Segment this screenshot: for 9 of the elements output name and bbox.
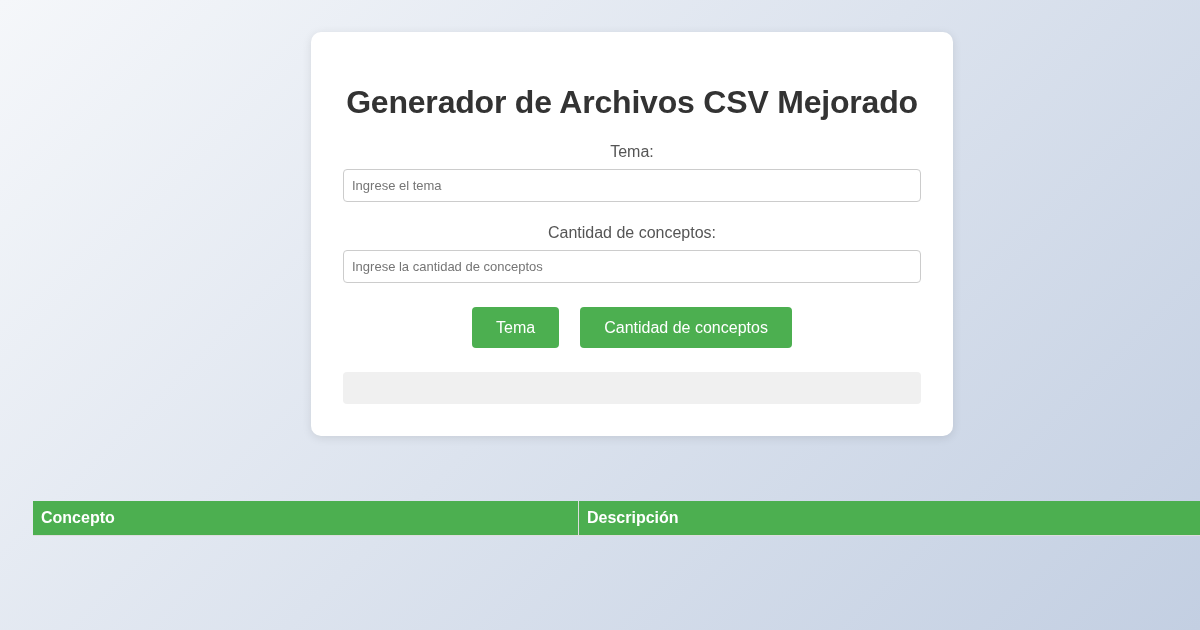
action-button[interactable]: Cantidad de conceptos	[580, 307, 792, 348]
field-label: Tema:	[609, 143, 655, 161]
column-header: Descripción	[578, 501, 1200, 536]
page-title: Generador de Archivos CSV Mejorado	[346, 84, 918, 121]
action-button[interactable]: Tema	[472, 307, 560, 348]
input-field[interactable]: Ingrese la cantidad de conceptos	[343, 250, 921, 283]
column-header: Concepto	[33, 501, 579, 536]
field-label: Cantidad de conceptos:	[546, 224, 718, 242]
input-field[interactable]: Ingrese el tema	[343, 169, 921, 202]
